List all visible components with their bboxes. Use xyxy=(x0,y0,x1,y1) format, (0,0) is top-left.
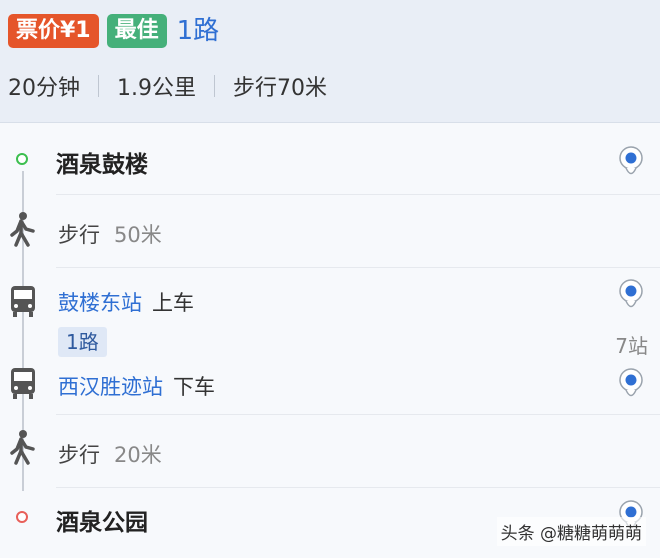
step-divider xyxy=(56,487,660,488)
map-pin-icon[interactable] xyxy=(618,367,644,403)
walk-distance: 50米 xyxy=(114,223,162,247)
end-dot-icon xyxy=(16,511,28,523)
end-stop-name[interactable]: 酒泉公园 xyxy=(56,503,148,537)
walk-label: 步行 xyxy=(58,443,100,467)
stat-divider xyxy=(98,75,99,97)
best-tag: 最佳 xyxy=(106,14,167,48)
map-pin-icon[interactable] xyxy=(618,278,644,314)
route-tags: 票价¥1 最佳 1路 xyxy=(8,14,219,48)
watermark: 头条 @糖糖萌萌萌 xyxy=(496,517,646,546)
route-summary-header: 票价¥1 最佳 1路 20分钟 1.9公里 步行70米 xyxy=(0,0,660,123)
start-dot-icon xyxy=(16,153,28,165)
fare-tag: 票价¥1 xyxy=(8,14,99,48)
bus-icon xyxy=(11,286,35,317)
board-station[interactable]: 鼓楼东站 上车 xyxy=(58,287,194,317)
stat-divider xyxy=(214,75,215,97)
start-stop-name[interactable]: 酒泉鼓楼 xyxy=(56,145,148,179)
walk-step-2: 步行 20米 xyxy=(58,439,162,469)
route-steps: 酒泉鼓楼 步行 50米 鼓楼东站 上车 1路 7站 西汉胜迹站 下车 步行 20… xyxy=(0,123,660,558)
distance-text: 1.9公里 xyxy=(117,76,196,101)
step-divider xyxy=(56,414,660,415)
board-action: 上车 xyxy=(152,291,194,315)
alight-action: 下车 xyxy=(173,375,215,399)
line-badge[interactable]: 1路 xyxy=(58,327,107,357)
walk-step-1: 步行 50米 xyxy=(58,219,162,249)
stops-count[interactable]: 7站 xyxy=(615,330,648,359)
walk-icon xyxy=(10,212,35,247)
walk-label: 步行 xyxy=(58,223,100,247)
route-name[interactable]: 1路 xyxy=(177,14,220,48)
duration-text: 20分钟 xyxy=(8,76,80,101)
step-divider xyxy=(56,194,660,195)
bus-icon xyxy=(11,368,35,399)
alight-station-name: 西汉胜迹站 xyxy=(58,375,163,399)
route-stats: 20分钟 1.9公里 步行70米 xyxy=(8,70,327,102)
board-station-name: 鼓楼东站 xyxy=(58,291,142,315)
walk-text: 步行70米 xyxy=(233,76,327,101)
walk-distance: 20米 xyxy=(114,443,162,467)
step-divider xyxy=(56,267,660,268)
alight-station[interactable]: 西汉胜迹站 下车 xyxy=(58,371,215,401)
walk-icon xyxy=(10,430,35,465)
map-pin-icon[interactable] xyxy=(618,145,644,181)
